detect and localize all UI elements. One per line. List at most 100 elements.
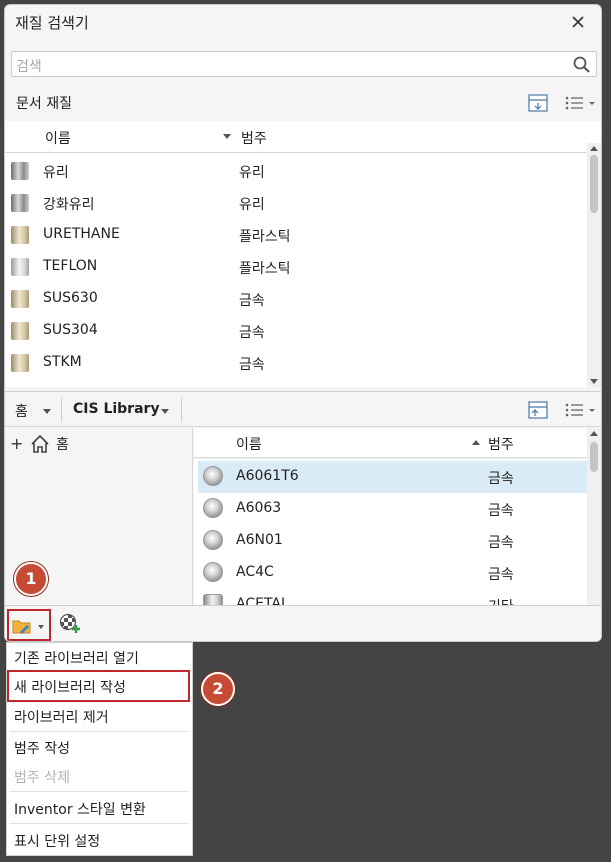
- material-browser-panel: 재질 검색기 검색 문서 재질 이름 범주 유리 유리 강화유리 유리 URET…: [4, 4, 602, 642]
- material-name: SUS630: [43, 290, 98, 306]
- material-sphere-icon: [203, 562, 223, 582]
- close-icon[interactable]: [567, 11, 589, 33]
- expand-icon[interactable]: +: [10, 434, 23, 453]
- material-name: A6061T6: [236, 468, 299, 484]
- document-materials-label: 문서 재질: [16, 96, 72, 112]
- chevron-down-icon: [38, 625, 44, 629]
- material-name: 유리: [43, 165, 69, 181]
- panel-layout-icon[interactable]: [527, 400, 549, 420]
- material-name: A6N01: [236, 532, 283, 548]
- divider: [61, 398, 62, 422]
- column-name-header[interactable]: 이름: [45, 128, 71, 148]
- material-swatch-icon: [11, 258, 29, 276]
- menu-item-delete-category: 범주 삭제: [14, 770, 70, 786]
- material-name: ACETAL: [236, 596, 289, 605]
- home-breadcrumb[interactable]: 홈: [15, 401, 28, 421]
- material-sphere-icon: [203, 498, 223, 518]
- list-item[interactable]: SUS630 금속: [5, 283, 587, 315]
- list-item[interactable]: 유리 유리: [5, 155, 587, 187]
- list-item[interactable]: A6N01 금속: [198, 525, 587, 557]
- material-category: 플라스틱: [239, 229, 291, 245]
- list-item[interactable]: 강화유리 유리: [5, 187, 587, 219]
- panel-layout-icon[interactable]: [527, 93, 549, 113]
- material-name: SUS304: [43, 322, 98, 338]
- glass-swatch-icon: [11, 162, 29, 180]
- list-item[interactable]: A6061T6 금속: [198, 461, 587, 493]
- document-list-scrollbar[interactable]: [587, 143, 601, 387]
- list-item[interactable]: ACETAL 기타: [198, 589, 587, 605]
- scroll-thumb[interactable]: [590, 155, 598, 213]
- tree-item-home[interactable]: 홈: [56, 434, 69, 454]
- menu-item-create-category[interactable]: 범주 작성: [7, 733, 192, 761]
- scroll-up-icon[interactable]: [590, 146, 598, 151]
- bottom-toolbar: [5, 605, 601, 641]
- title-bar: 재질 검색기: [5, 5, 601, 41]
- material-category: 유리: [239, 165, 265, 181]
- scroll-thumb[interactable]: [590, 442, 598, 472]
- library-selector[interactable]: CIS Library: [73, 401, 160, 417]
- material-category: 플라스틱: [239, 261, 291, 277]
- material-category: 금속: [239, 293, 265, 309]
- window-title: 재질 검색기: [15, 14, 89, 32]
- search-field[interactable]: 검색: [11, 51, 597, 77]
- material-swatch-icon: [203, 594, 223, 605]
- menu-item-open-library[interactable]: 기존 라이브러리 열기: [7, 643, 192, 671]
- column-name-header[interactable]: 이름: [236, 434, 262, 454]
- material-category: 금속: [488, 535, 514, 551]
- material-name: A6063: [236, 500, 282, 516]
- list-item[interactable]: URETHANE 플라스틱: [5, 219, 587, 251]
- step-1-badge: 1: [14, 562, 48, 596]
- chevron-down-icon[interactable]: [43, 409, 51, 414]
- menu-separator: [10, 791, 189, 792]
- menu-separator: [10, 823, 189, 824]
- material-name: TEFLON: [43, 258, 98, 274]
- material-swatch-icon: [11, 354, 29, 372]
- create-material-icon[interactable]: [59, 613, 81, 635]
- menu-item-convert-styles[interactable]: Inventor 스타일 변환: [7, 794, 192, 822]
- library-list-header: 이름 범주: [194, 428, 587, 458]
- material-name: AC4C: [236, 564, 274, 580]
- divider: [181, 398, 182, 422]
- chevron-down-icon[interactable]: [161, 409, 169, 414]
- list-item[interactable]: A6063 금속: [198, 493, 587, 525]
- column-category-header[interactable]: 범주: [488, 434, 514, 454]
- folder-edit-icon: [12, 620, 31, 634]
- material-category: 금속: [488, 567, 514, 583]
- menu-item-display-units[interactable]: 표시 단위 설정: [7, 826, 192, 854]
- material-category: 금속: [239, 325, 265, 341]
- library-list-scrollbar[interactable]: [587, 428, 601, 605]
- home-icon: [31, 434, 49, 453]
- scroll-up-icon[interactable]: [590, 431, 598, 436]
- column-category-header[interactable]: 범주: [241, 128, 267, 148]
- document-material-list: 유리 유리 강화유리 유리 URETHANE 플라스틱 TEFLON 플라스틱 …: [5, 153, 587, 387]
- sort-desc-icon: [223, 134, 231, 139]
- menu-separator: [10, 731, 189, 732]
- material-category: 금속: [488, 471, 514, 487]
- list-item[interactable]: AC4C 금속: [198, 557, 587, 589]
- library-toolbar: 홈 CIS Library: [5, 391, 601, 427]
- search-input[interactable]: 검색: [16, 56, 42, 76]
- document-list-header: 이름 범주: [5, 121, 601, 153]
- step-2-badge: 2: [201, 672, 235, 706]
- list-item[interactable]: TEFLON 플라스틱: [5, 251, 587, 283]
- material-name: 강화유리: [43, 197, 95, 213]
- material-swatch-icon: [11, 290, 29, 308]
- menu-item-remove-library[interactable]: 라이브러리 제거: [7, 702, 192, 730]
- material-category: 금속: [488, 503, 514, 519]
- scroll-down-icon[interactable]: [590, 379, 598, 384]
- glass-swatch-icon: [11, 194, 29, 212]
- material-category: 유리: [239, 197, 265, 213]
- library-actions-menu: 기존 라이브러리 열기 새 라이브러리 작성 라이브러리 제거 범주 작성 범주…: [6, 642, 193, 856]
- material-category: 금속: [239, 357, 265, 373]
- search-icon[interactable]: [572, 55, 592, 75]
- material-swatch-icon: [11, 226, 29, 244]
- list-item[interactable]: STKM 금속: [5, 347, 587, 379]
- view-options-icon[interactable]: [563, 93, 599, 113]
- material-name: STKM: [43, 354, 82, 370]
- material-sphere-icon: [203, 530, 223, 550]
- material-swatch-icon: [11, 322, 29, 340]
- list-item[interactable]: SUS304 금속: [5, 315, 587, 347]
- highlight-box: [7, 670, 190, 702]
- library-actions-button[interactable]: [7, 609, 51, 641]
- view-options-icon[interactable]: [563, 400, 599, 420]
